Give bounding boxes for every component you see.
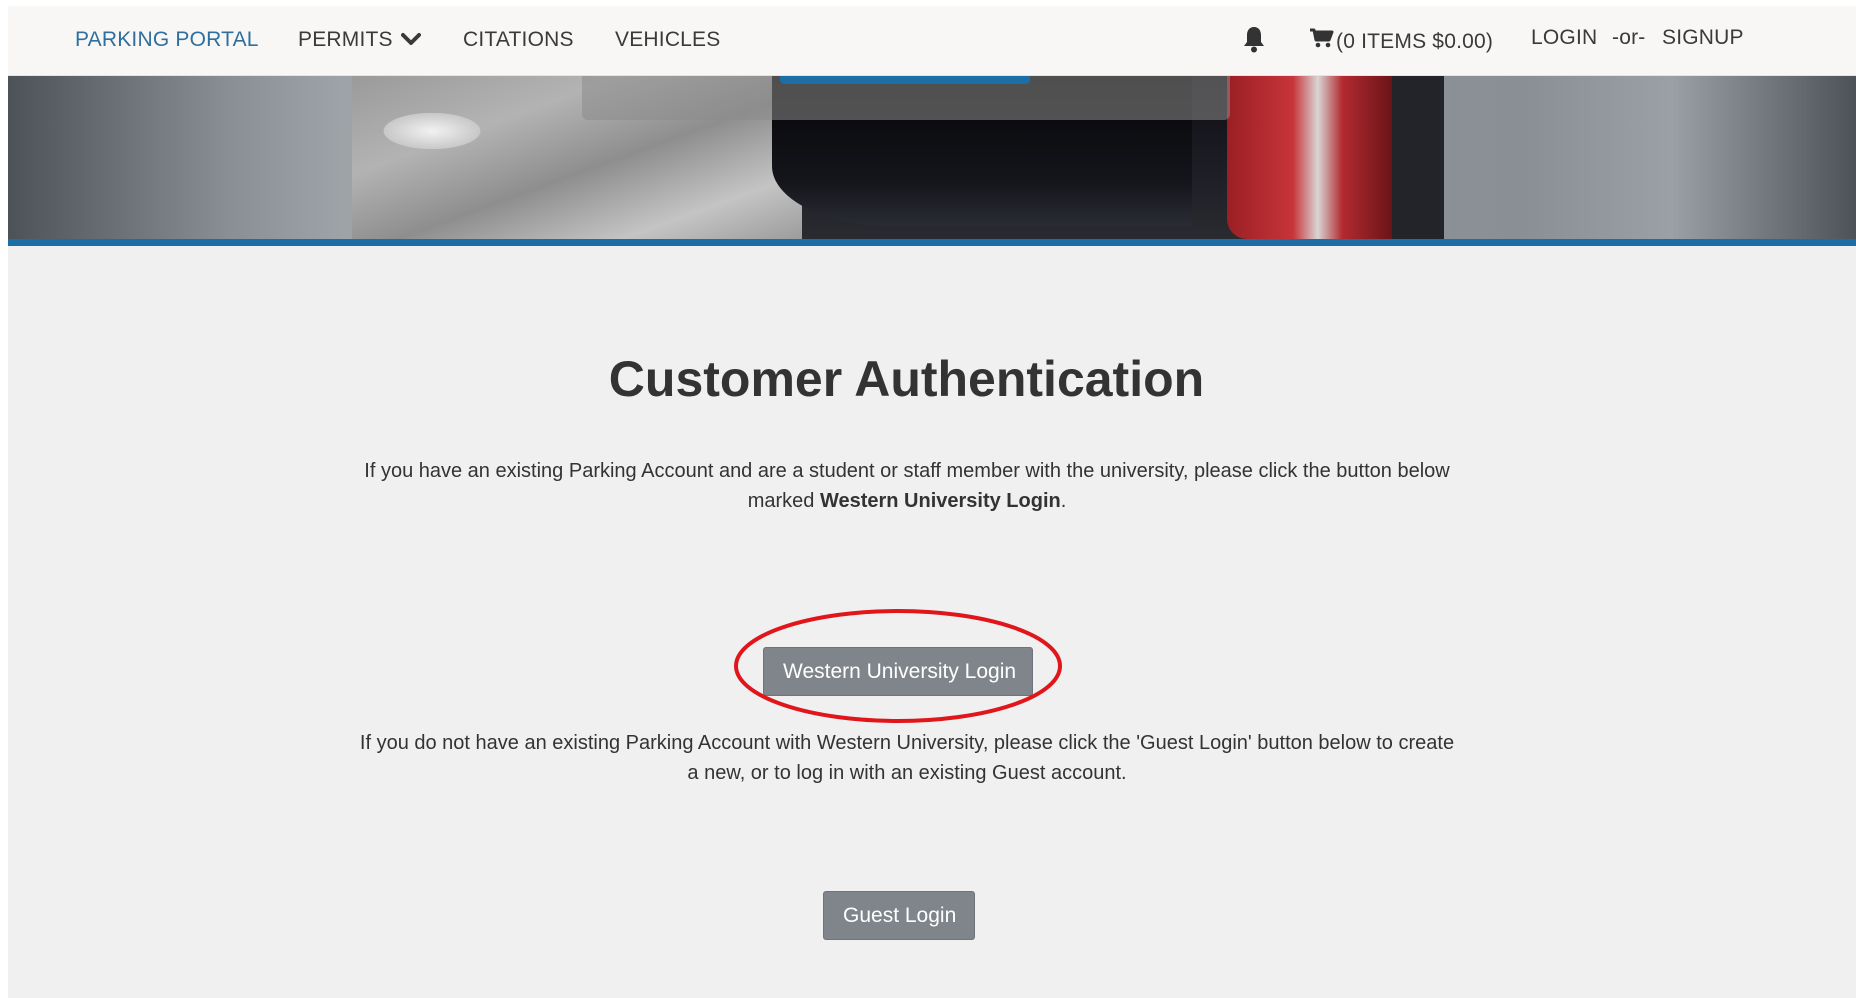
page-title: Customer Authentication <box>608 351 1205 407</box>
guest-login-instructions: If you do not have an existing Parking A… <box>359 732 1455 784</box>
hero-overlay-accent <box>780 76 1030 84</box>
cart-link[interactable]: (0 ITEMS $0.00) <box>1308 26 1493 54</box>
cart-icon <box>1310 28 1334 48</box>
nav-parking-portal[interactable]: PARKING PORTAL <box>75 28 259 52</box>
cart-summary: (0 ITEMS $0.00) <box>1336 30 1494 53</box>
nav-permits-dropdown[interactable]: PERMITS <box>298 28 421 52</box>
nav-citations[interactable]: CITATIONS <box>463 28 574 52</box>
hero-accent-bar <box>8 239 1856 246</box>
nav-login[interactable]: LOGIN <box>1531 26 1597 50</box>
nav-signup[interactable]: SIGNUP <box>1662 26 1744 50</box>
top-navbar: PARKING PORTAL PERMITS CITATIONS VEHICLE… <box>8 6 1856 76</box>
chevron-down-icon <box>400 33 421 45</box>
guest-login-button[interactable]: Guest Login <box>823 891 975 940</box>
nav-vehicles[interactable]: VEHICLES <box>615 28 720 52</box>
western-university-login-button[interactable]: Western University Login <box>763 647 1033 696</box>
hero-banner <box>8 76 1856 239</box>
university-login-instructions: If you have an existing Parking Account … <box>364 460 1450 512</box>
bell-icon[interactable] <box>1241 24 1267 54</box>
page: PARKING PORTAL PERMITS CITATIONS VEHICLE… <box>8 6 1856 998</box>
nav-or-separator: -or- <box>1612 26 1646 49</box>
nav-permits-label: PERMITS <box>298 28 393 51</box>
